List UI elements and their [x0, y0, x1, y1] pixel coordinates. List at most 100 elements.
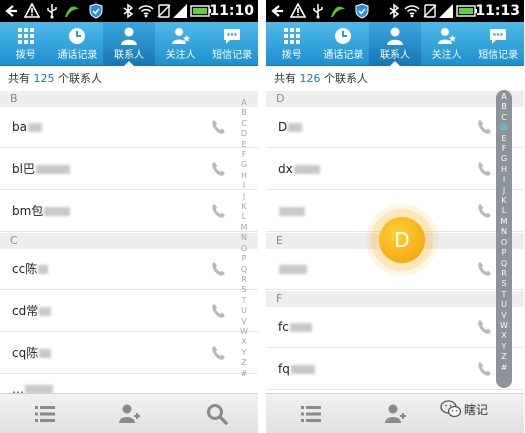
index-letter[interactable]: #	[496, 363, 512, 373]
alphabet-index[interactable]: A B C D E F G H I J K L M N O P Q R S T …	[496, 90, 512, 388]
index-letter[interactable]: S	[496, 279, 512, 289]
index-letter[interactable]: R	[238, 275, 250, 285]
index-letter[interactable]: L	[496, 206, 512, 216]
index-letter[interactable]: B	[496, 102, 512, 112]
index-letter[interactable]: J	[496, 186, 512, 196]
index-letter[interactable]: X	[238, 337, 250, 347]
index-letter[interactable]: Y	[238, 348, 250, 358]
index-letter[interactable]: S	[238, 285, 250, 295]
tab-call-log[interactable]: 通话记录	[318, 22, 370, 66]
index-letter[interactable]: G	[238, 160, 250, 170]
contact-row[interactable]: …	[0, 375, 258, 393]
index-letter[interactable]: V	[496, 311, 512, 321]
phone-call-icon[interactable]	[210, 302, 228, 320]
phone-call-icon[interactable]	[476, 160, 494, 178]
add-contact-icon[interactable]	[117, 402, 141, 426]
index-letter[interactable]: L	[238, 212, 250, 222]
index-letter[interactable]: E	[496, 134, 512, 144]
phone-call-icon[interactable]	[476, 260, 494, 278]
index-letter[interactable]: F	[496, 144, 512, 154]
index-letter[interactable]: P	[496, 248, 512, 258]
phone-call-icon[interactable]	[476, 360, 494, 378]
index-letter[interactable]: D	[238, 129, 250, 139]
index-letter[interactable]: M	[496, 217, 512, 227]
index-letter[interactable]: H	[238, 171, 250, 181]
index-letter[interactable]: W	[238, 327, 250, 337]
index-letter[interactable]: #	[238, 369, 250, 379]
phone-call-icon[interactable]	[476, 118, 494, 136]
tab-dial[interactable]: 拨号	[0, 22, 52, 66]
index-letter[interactable]: C	[238, 119, 250, 129]
index-letter[interactable]: R	[496, 269, 512, 279]
index-letter[interactable]: B	[238, 108, 250, 118]
index-letter[interactable]: W	[496, 321, 512, 331]
contact-row[interactable]: cd常	[0, 291, 258, 332]
list-icon[interactable]	[33, 402, 57, 426]
contact-row[interactable]: cq陈	[0, 333, 258, 374]
index-letter[interactable]: I	[238, 181, 250, 191]
tab-following[interactable]: 关注人	[421, 22, 473, 66]
phone-call-icon[interactable]	[210, 260, 228, 278]
index-letter[interactable]: N	[496, 227, 512, 237]
index-letter[interactable]: T	[238, 296, 250, 306]
contact-row[interactable]: fc	[266, 307, 524, 348]
add-contact-icon[interactable]	[383, 402, 407, 426]
search-icon[interactable]	[205, 402, 229, 426]
blurred-text	[44, 207, 71, 216]
list-icon[interactable]	[299, 402, 323, 426]
contact-row[interactable]: bm包	[0, 191, 258, 232]
tab-call-log[interactable]: 通话记录	[52, 22, 104, 66]
contact-row[interactable]: dx	[266, 149, 524, 190]
letter-popup: D	[366, 204, 438, 276]
index-letter[interactable]: I	[496, 175, 512, 185]
tab-sms-log[interactable]: 短信记录	[472, 22, 524, 66]
index-letter[interactable]: T	[496, 290, 512, 300]
index-letter[interactable]: H	[496, 165, 512, 175]
index-letter[interactable]: G	[496, 154, 512, 164]
tab-contacts[interactable]: 联系人	[369, 22, 421, 67]
contact-row[interactable]: fq	[266, 349, 524, 390]
index-letter[interactable]: O	[238, 244, 250, 254]
index-letter[interactable]: O	[496, 238, 512, 248]
phone-call-icon[interactable]	[210, 160, 228, 178]
tab-dial[interactable]: 拨号	[266, 22, 318, 66]
tab-sms-log[interactable]: 短信记录	[206, 22, 258, 66]
index-letter[interactable]: A	[496, 92, 512, 102]
phone-call-icon[interactable]	[476, 202, 494, 220]
index-letter[interactable]: K	[496, 196, 512, 206]
blurred-text	[293, 165, 320, 174]
contact-name: cc陈	[12, 262, 38, 276]
index-letter[interactable]: Q	[496, 259, 512, 269]
index-letter[interactable]: E	[238, 140, 250, 150]
index-letter[interactable]: N	[238, 233, 250, 243]
index-letter[interactable]: U	[496, 300, 512, 310]
index-letter[interactable]: Y	[496, 342, 512, 352]
index-letter[interactable]: D	[496, 123, 512, 133]
index-letter[interactable]: Z	[496, 352, 512, 362]
index-letter[interactable]: M	[238, 223, 250, 233]
contact-row[interactable]: bl巴	[0, 149, 258, 190]
contact-row[interactable]: ba	[0, 107, 258, 148]
contact-row[interactable]: cc陈	[0, 249, 258, 290]
index-letter[interactable]: X	[496, 331, 512, 341]
index-letter[interactable]: Z	[238, 358, 250, 368]
alphabet-index[interactable]: A B C D E F G H I J K L M N O P Q R S T …	[238, 98, 250, 379]
contact-row[interactable]: D	[266, 107, 524, 148]
index-letter[interactable]: J	[238, 192, 250, 202]
phone-call-icon[interactable]	[210, 202, 228, 220]
index-letter[interactable]: A	[238, 98, 250, 108]
contact-list[interactable]: B ba bl巴 bm包 C cc陈 cd常 cq陈 …	[0, 91, 258, 393]
index-letter[interactable]: P	[238, 254, 250, 264]
index-letter[interactable]: C	[496, 113, 512, 123]
index-letter[interactable]: U	[238, 306, 250, 316]
index-letter[interactable]: V	[238, 317, 250, 327]
index-letter[interactable]: F	[238, 150, 250, 160]
phone-call-icon[interactable]	[476, 318, 494, 336]
tab-contacts[interactable]: 联系人	[103, 22, 155, 67]
clock-icon	[335, 28, 352, 44]
phone-call-icon[interactable]	[210, 118, 228, 136]
index-letter[interactable]: Q	[238, 265, 250, 275]
tab-following[interactable]: 关注人	[155, 22, 207, 66]
phone-call-icon[interactable]	[210, 344, 228, 362]
index-letter[interactable]: K	[238, 202, 250, 212]
